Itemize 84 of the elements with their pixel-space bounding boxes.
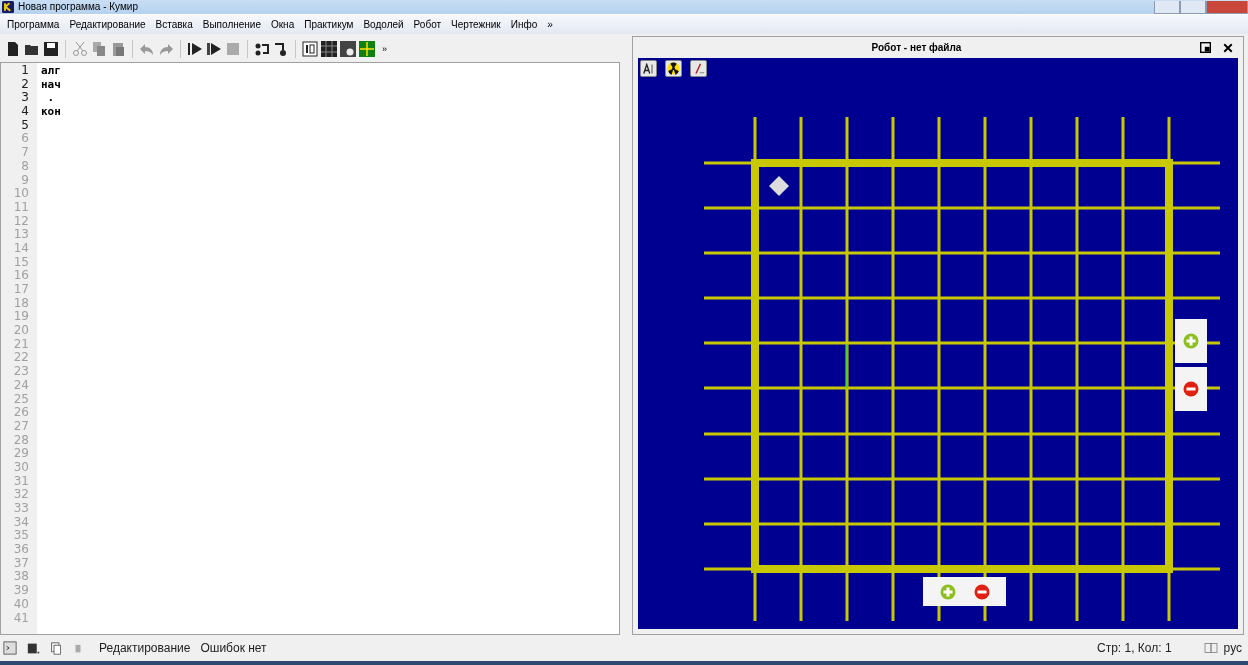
run-icon[interactable] bbox=[187, 41, 203, 57]
line-number: 38 bbox=[12, 570, 30, 585]
menu-item[interactable]: Водолей bbox=[358, 19, 409, 30]
line-number: 24 bbox=[12, 378, 30, 393]
line-number: 4 bbox=[20, 105, 30, 119]
paste-icon[interactable] bbox=[110, 41, 126, 57]
menu-item[interactable]: Робот bbox=[408, 19, 447, 30]
menu-item[interactable]: Вставка bbox=[150, 19, 198, 30]
app-logo-icon bbox=[2, 1, 14, 13]
line-number: 22 bbox=[12, 351, 30, 366]
line-number: 39 bbox=[12, 584, 30, 598]
code-editor[interactable]: 1 2 3 4 5 6 7 8 9 10 11 12 13 14 15 16 17 18 19 20 21 22 23 24 25 26 27 28 29 30 31 32 33 34 35 36 37 38 39 40 41 алг нач . кон bbox=[0, 62, 620, 635]
code-line: . bbox=[46, 91, 55, 106]
line-number: 6 bbox=[20, 132, 30, 147]
line-number: 25 bbox=[12, 392, 30, 407]
errors-status: Ошибок нет bbox=[200, 641, 267, 655]
line-number: 40 bbox=[12, 597, 30, 612]
menu-item[interactable]: Инфо bbox=[505, 19, 543, 30]
line-number: 37 bbox=[12, 556, 30, 571]
menu-item[interactable]: Чертежник bbox=[446, 19, 506, 30]
copy-icon[interactable] bbox=[50, 641, 63, 655]
code-line: кон bbox=[41, 105, 61, 119]
line-number: 9 bbox=[20, 173, 30, 188]
line-number: 36 bbox=[12, 543, 30, 557]
keyboard-language: рус bbox=[1223, 641, 1242, 655]
line-number: 16 bbox=[12, 269, 30, 283]
robot-icon bbox=[769, 176, 789, 196]
radiation-button[interactable] bbox=[665, 60, 682, 77]
line-number: 13 bbox=[12, 228, 30, 242]
line-number: 23 bbox=[12, 365, 30, 379]
menu-item[interactable]: Практикум bbox=[299, 19, 359, 30]
line-number: 31 bbox=[12, 474, 30, 489]
copy-icon[interactable] bbox=[91, 41, 107, 57]
text-cursor-icon bbox=[642, 62, 655, 75]
menu-item[interactable]: Выполнение bbox=[197, 19, 266, 30]
line-number: 5 bbox=[20, 118, 30, 133]
more-tools-button[interactable]: » bbox=[382, 44, 387, 54]
line-number: 33 bbox=[12, 502, 30, 516]
line-number: 2 bbox=[20, 77, 30, 92]
radiation-icon bbox=[667, 62, 680, 75]
line-number: 1 bbox=[20, 64, 30, 78]
menu-item[interactable]: Окна bbox=[265, 19, 300, 30]
line-number: 15 bbox=[12, 255, 30, 270]
line-number: 21 bbox=[12, 337, 30, 352]
line-number: 20 bbox=[12, 324, 30, 338]
line-number: 32 bbox=[12, 488, 30, 502]
undock-icon[interactable] bbox=[1200, 42, 1211, 53]
step-run-icon[interactable] bbox=[206, 41, 222, 57]
brush-button[interactable] bbox=[690, 60, 707, 77]
save-icon[interactable] bbox=[27, 641, 40, 655]
line-number: 26 bbox=[12, 406, 30, 420]
line-number: 41 bbox=[12, 611, 30, 626]
text-tool-button[interactable] bbox=[640, 60, 657, 77]
line-number: 35 bbox=[12, 529, 30, 544]
line-number: 12 bbox=[12, 214, 30, 229]
redo-icon[interactable] bbox=[158, 41, 174, 57]
zoom-out-icon[interactable] bbox=[1183, 381, 1199, 397]
zoom-out-icon[interactable] bbox=[973, 583, 990, 600]
line-number: 11 bbox=[12, 200, 30, 215]
save-icon[interactable] bbox=[43, 41, 59, 57]
code-line: алг bbox=[41, 64, 61, 78]
line-number: 27 bbox=[12, 419, 30, 434]
line-number: 14 bbox=[12, 241, 30, 256]
line-number: 17 bbox=[12, 283, 30, 297]
line-number: 29 bbox=[12, 447, 30, 461]
line-number: 30 bbox=[12, 460, 30, 475]
panel-title: Робот - нет файла bbox=[870, 42, 963, 53]
line-number: 7 bbox=[20, 146, 30, 160]
menu-item[interactable]: Редактирование bbox=[64, 19, 151, 30]
line-number: 18 bbox=[12, 296, 30, 311]
mode-status: Редактирование bbox=[99, 641, 191, 655]
new-file-icon[interactable] bbox=[5, 41, 21, 57]
line-number: 8 bbox=[20, 159, 30, 174]
menu-item[interactable]: Программа bbox=[2, 19, 65, 30]
line-number: 28 bbox=[12, 433, 30, 448]
line-number: 19 bbox=[12, 310, 30, 325]
window-title: Новая программа - Кумир bbox=[18, 1, 138, 13]
line-number: 3 bbox=[20, 91, 30, 106]
code-line: нач bbox=[41, 77, 61, 92]
line-number: 34 bbox=[12, 515, 30, 530]
close-icon[interactable] bbox=[1223, 42, 1233, 53]
line-number: 10 bbox=[12, 187, 30, 201]
cursor-position: Стр: 1, Кол: 1 bbox=[1097, 641, 1172, 655]
menu-item[interactable]: » bbox=[542, 19, 558, 30]
